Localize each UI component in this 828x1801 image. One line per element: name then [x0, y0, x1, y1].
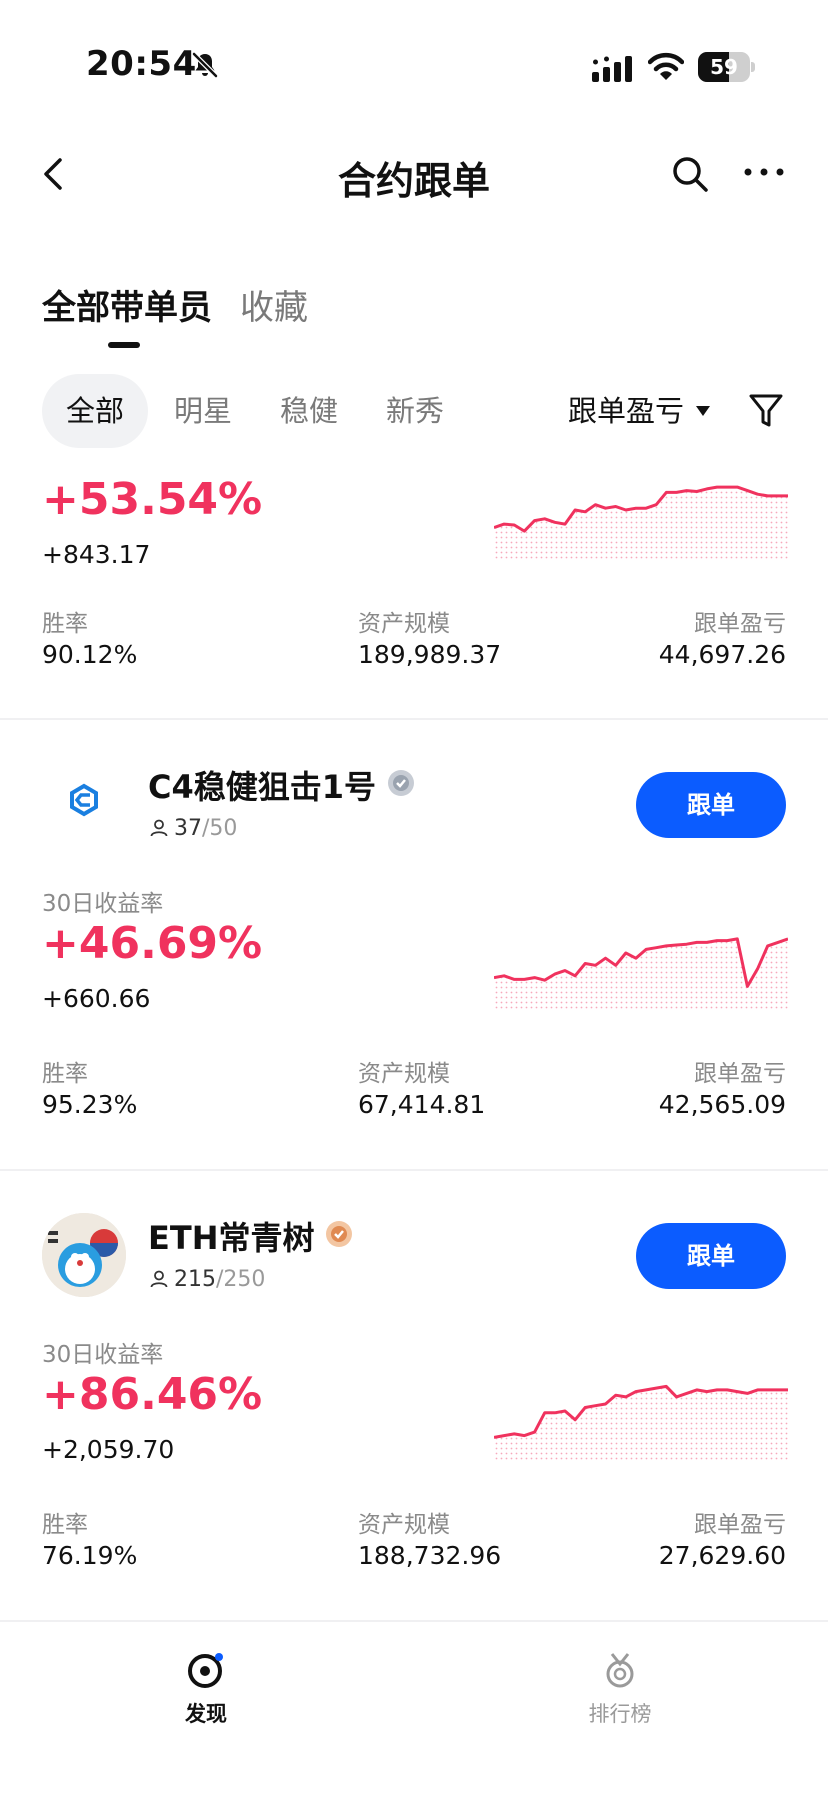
filter-chips: 全部 明星 稳健 新秀 跟单盈亏 — [0, 374, 828, 448]
chip-rookie[interactable]: 新秀 — [372, 374, 458, 448]
copy-pnl-value: 44,697.26 — [658, 640, 786, 669]
active-tab-indicator — [108, 342, 140, 348]
tab-favorites[interactable]: 收藏 — [240, 280, 308, 329]
return-period-label: 30日收益率 — [42, 1342, 164, 1368]
medal-icon — [606, 1653, 634, 1688]
copy-pnl-value: 27,629.60 — [658, 1541, 786, 1570]
person-icon — [150, 1270, 168, 1288]
win-rate-value: 90.12% — [42, 640, 138, 669]
sort-dropdown[interactable]: 跟单盈亏 — [568, 374, 684, 448]
sparkline-chart — [494, 1384, 788, 1461]
discover-icon — [188, 1653, 223, 1688]
win-rate-label: 胜率 — [42, 1061, 88, 1087]
aum-label: 资产规模 — [358, 611, 450, 637]
aum-value: 67,414.81 — [358, 1090, 486, 1119]
return-rate: +46.69% — [42, 918, 263, 969]
copy-pnl-label: 跟单盈亏 — [694, 611, 786, 637]
wifi-icon — [648, 52, 684, 80]
win-rate-value: 76.19% — [42, 1541, 138, 1570]
trader-name[interactable]: C4稳健狙击1号 — [148, 762, 376, 808]
bottom-tab-leaderboard[interactable]: 排行榜 — [550, 1650, 690, 1728]
copy-pnl-label: 跟单盈亏 — [694, 1512, 786, 1538]
trader-card[interactable]: C4稳健狙击1号 37/50 跟单 30日收益率 +46.69% +660.66… — [0, 720, 828, 1170]
copy-pnl-label: 跟单盈亏 — [694, 1061, 786, 1087]
filter-icon[interactable] — [748, 392, 784, 430]
follow-button[interactable]: 跟单 — [636, 772, 786, 838]
aum-value: 188,732.96 — [358, 1541, 502, 1570]
sparkline-area — [494, 487, 788, 560]
aum-label: 资产规模 — [358, 1061, 450, 1087]
profit-amount: +2,059.70 — [42, 1435, 175, 1464]
trader-card[interactable]: +53.54% +843.17 胜率 90.12% 资产规模 189,989.3… — [0, 448, 828, 720]
copy-pnl-value: 42,565.09 — [658, 1090, 786, 1119]
bottom-nav: 发现 排行榜 — [0, 1620, 828, 1801]
status-bar: 20:54 59 — [0, 0, 828, 120]
followers-max: /50 — [202, 816, 238, 841]
trader-card[interactable]: ETH常青树 215/250 跟单 30日收益率 +86.46% +2,059.… — [0, 1171, 828, 1621]
aum-value: 189,989.37 — [358, 640, 502, 669]
person-icon — [150, 819, 168, 837]
doraemon-avatar-icon — [42, 1213, 126, 1297]
caret-down-icon[interactable] — [696, 405, 710, 417]
followers-max: /250 — [216, 1267, 266, 1292]
battery-indicator: 59 — [698, 52, 755, 82]
aum-label: 资产规模 — [358, 1512, 450, 1538]
profit-amount: +660.66 — [42, 984, 151, 1013]
return-rate: +86.46% — [42, 1369, 263, 1420]
avatar — [42, 758, 126, 842]
win-rate-label: 胜率 — [42, 611, 88, 637]
sparkline-chart — [494, 937, 788, 1010]
follower-count: 37/50 — [150, 816, 237, 841]
sparkline-chart — [494, 485, 788, 560]
return-period-label: 30日收益率 — [42, 891, 164, 917]
followers-current: 215 — [174, 1267, 216, 1292]
win-rate-value: 95.23% — [42, 1090, 138, 1119]
trader-name[interactable]: ETH常青树 — [148, 1213, 314, 1259]
more-options-icon[interactable] — [742, 150, 786, 194]
bronze-medal-icon — [326, 1221, 352, 1247]
c4-logo-icon — [70, 783, 98, 817]
profit-amount: +843.17 — [42, 540, 151, 569]
win-rate-label: 胜率 — [42, 1512, 88, 1538]
bell-muted-icon — [192, 52, 218, 78]
bottom-tab-discover[interactable]: 发现 — [136, 1650, 276, 1728]
cellular-signal-icon — [592, 56, 632, 82]
bottom-tab-label: 发现 — [185, 1702, 227, 1726]
chip-steady[interactable]: 稳健 — [266, 374, 352, 448]
chip-all[interactable]: 全部 — [42, 374, 148, 448]
nav-bar: 合约跟单 — [0, 120, 828, 230]
tab-all-traders[interactable]: 全部带单员 — [42, 280, 212, 329]
follow-button[interactable]: 跟单 — [636, 1223, 786, 1289]
chip-star[interactable]: 明星 — [160, 374, 246, 448]
followers-current: 37 — [174, 816, 202, 841]
battery-percent: 59 — [710, 55, 738, 79]
search-icon[interactable] — [670, 154, 710, 194]
avatar — [42, 1213, 126, 1297]
silver-medal-icon — [388, 770, 414, 796]
status-time: 20:54 — [86, 44, 197, 84]
follower-count: 215/250 — [150, 1267, 265, 1292]
bottom-tab-label: 排行榜 — [588, 1702, 652, 1726]
return-rate: +53.54% — [42, 474, 263, 525]
